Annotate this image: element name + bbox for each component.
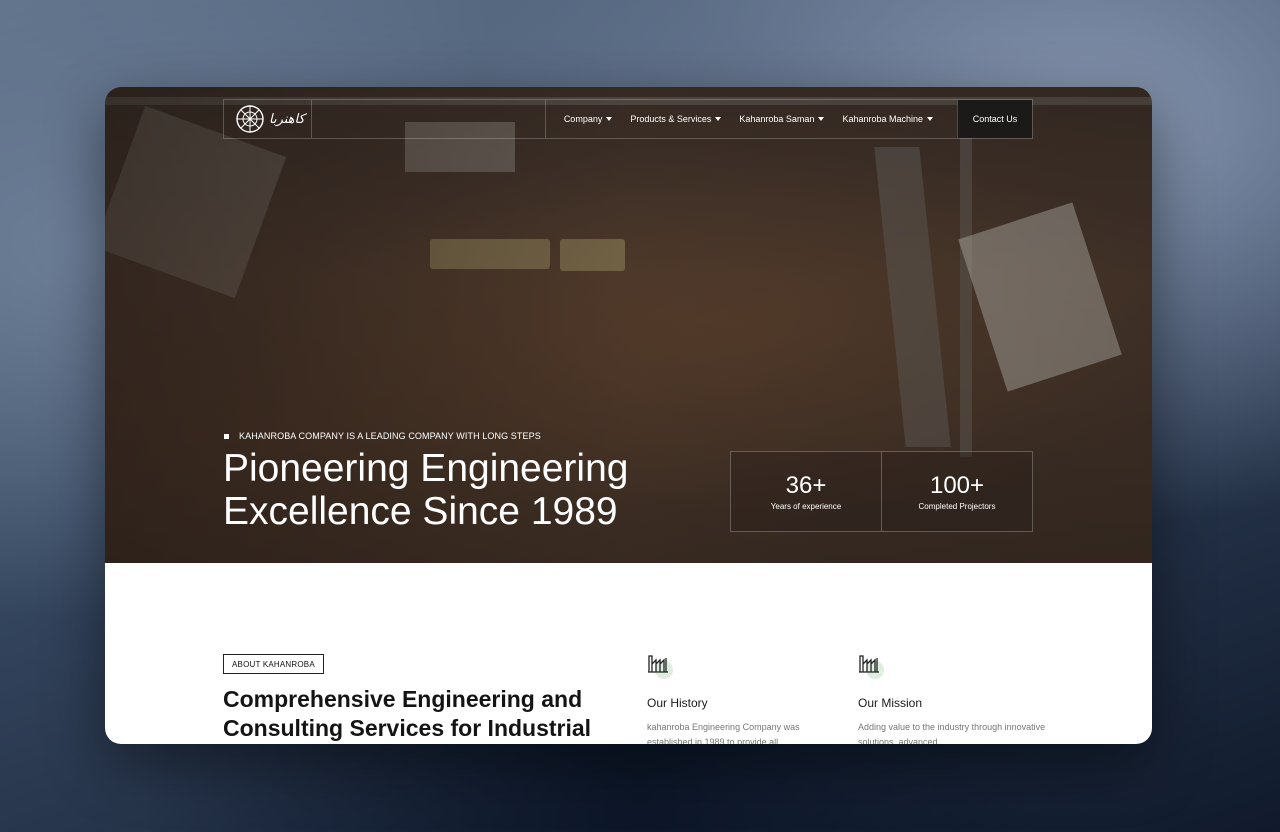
nav-menu: Company Products & Services Kahanroba Sa… [544,100,957,138]
nav-item-company[interactable]: Company [564,114,613,124]
hero-title: Pioneering Engineering Excellence Since … [223,447,629,533]
nav-item-kahanroba-saman[interactable]: Kahanroba Saman [739,114,825,124]
caret-down-icon [818,117,825,121]
card-text: Adding value to the industry through inn… [858,722,1046,744]
card-title: Our Mission [858,696,923,710]
factory-icon [858,652,884,679]
globe-icon [236,105,264,133]
nav-item-label: Kahanroba Machine [842,114,923,124]
hero-section: کاهنربا Company Products & Services Kaha… [105,87,1152,563]
about-tag: ABOUT KAHANROBA [223,654,324,674]
top-navbar: کاهنربا Company Products & Services Kaha… [223,99,1033,139]
factory-icon [647,652,673,679]
nav-item-kahanroba-machine[interactable]: Kahanroba Machine [842,114,933,124]
caret-down-icon [715,117,722,121]
stat-value: 100+ [929,472,985,499]
card-title: Our History [647,696,708,710]
about-title: Comprehensive Engineering and Consulting… [223,686,592,741]
stat-label: Years of experience [770,502,842,511]
factory-icon-graphic [859,655,879,673]
brand-logo[interactable]: کاهنربا [224,100,312,138]
mission-card: Our Mission Adding value to the industry… [858,652,1048,744]
tagline-text: KAHANROBA COMPANY IS A LEADING COMPANY W… [239,431,541,441]
logo-wordmark: کاهنربا [269,111,305,127]
nav-item-products-services[interactable]: Products & Services [630,114,722,124]
stat-years: 36+ Years of experience [731,452,881,531]
caret-down-icon [606,117,613,121]
factory-icon-graphic [648,655,668,673]
nav-item-label: Kahanroba Saman [739,114,815,124]
nav-item-label: Company [563,114,603,124]
stats-panel: 36+ Years of experience 100+ Completed P… [730,451,1033,532]
history-card: Our History kahanroba Engineering Compan… [647,652,837,744]
stat-value: 36+ [785,472,827,499]
stat-projects: 100+ Completed Projectors [881,452,1032,531]
caret-down-icon [927,117,933,121]
card-text: kahanroba Engineering Company was establ… [647,722,800,744]
square-bullet-icon [224,433,229,439]
stat-label: Completed Projectors [918,502,996,511]
contact-us-button[interactable]: Contact Us [957,100,1032,138]
hero-tagline: KAHANROBA COMPANY IS A LEADING COMPANY W… [224,431,541,441]
nav-item-label: Products & Services [630,114,712,124]
browser-frame: کاهنربا Company Products & Services Kaha… [105,87,1152,744]
